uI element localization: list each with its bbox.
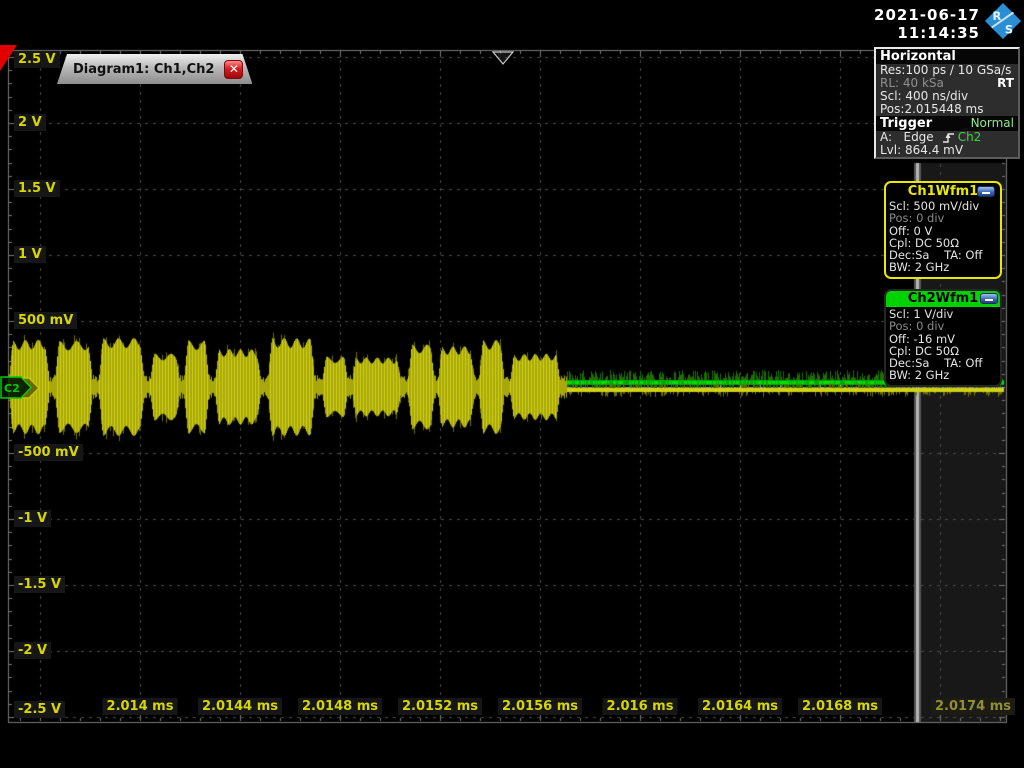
time-axis-label: 2.0168 ms — [798, 698, 882, 715]
trigger-header[interactable]: Trigger Normal — [876, 116, 1018, 131]
waveform-diagram-canvas[interactable] — [0, 0, 1024, 768]
ch1-box-title-text: Ch1Wfm1 — [907, 184, 979, 199]
close-icon[interactable]: ✕ — [224, 60, 243, 79]
trigger-title: Trigger — [880, 116, 933, 131]
time-axis-label: 2.016 ms — [602, 698, 678, 715]
time-label: 11:14:35 — [897, 24, 980, 42]
svg-text:R: R — [993, 9, 1002, 23]
minimize-icon[interactable] — [980, 293, 998, 304]
ch2-pos-row: Pos: 0 div — [889, 319, 945, 334]
oscilloscope-screen: 2021-06-17 11:14:35 R S Diagram1: Ch1,Ch… — [0, 0, 1024, 768]
horizontal-title: Horizontal — [880, 49, 956, 64]
horizontal-trigger-panel[interactable]: Horizontal Res:100 ps / 10 GSa/s RL: 40 … — [874, 47, 1020, 159]
ch2-box-title: Ch2Wfm1 — [886, 291, 1000, 307]
trigger-mode: Normal — [970, 116, 1014, 130]
time-axis-label: 2.0148 ms — [298, 698, 382, 715]
time-axis-label: 2.0144 ms — [198, 698, 282, 715]
voltage-axis-label: 1.5 V — [14, 180, 60, 197]
rt-badge: RT — [997, 76, 1014, 90]
channel-markers: C2 — [0, 376, 41, 399]
trigger-position-marker[interactable] — [492, 51, 514, 65]
ch2-box-title-text: Ch2Wfm1 — [907, 291, 979, 306]
voltage-axis-label: -1.5 V — [14, 576, 66, 593]
voltage-axis-label: 1 V — [14, 246, 46, 263]
voltage-axis-label: -500 mV — [14, 444, 83, 461]
date-label: 2021-06-17 — [874, 6, 980, 24]
voltage-axis-label: -1 V — [14, 510, 52, 527]
diagram-tab-label: Diagram1: Ch1,Ch2 — [73, 61, 215, 77]
voltage-axis-label: 500 mV — [14, 312, 78, 329]
voltage-axis-label: -2 V — [14, 642, 52, 659]
time-axis-label: 2.0156 ms — [498, 698, 582, 715]
ch2-marker-label: C2 — [4, 382, 20, 395]
time-axis-label: 2.0164 ms — [698, 698, 782, 715]
voltage-axis-label: 2 V — [14, 114, 46, 131]
voltage-axis-label: 2.5 V — [14, 51, 60, 68]
ch1-pos-row: Pos: 0 div — [889, 211, 945, 226]
ch1-signal-box[interactable]: Ch1Wfm1 Scl: 500 mV/div Pos: 0 div Off: … — [884, 181, 1002, 279]
svg-text:S: S — [1005, 22, 1013, 36]
minimize-icon[interactable] — [977, 186, 995, 197]
horizontal-pos-row: Pos:2.015448 ms — [880, 102, 984, 116]
time-axis-label: 2.014 ms — [102, 698, 178, 715]
ch2-bw-row: BW: 2 GHz — [889, 368, 950, 383]
ch1-bw-row: BW: 2 GHz — [889, 260, 950, 275]
rs-logo-icon: R S — [984, 2, 1022, 40]
time-axis-label: 2.0152 ms — [398, 698, 482, 715]
ch2-signal-box[interactable]: Ch2Wfm1 Scl: 1 V/div Pos: 0 div Off: -16… — [884, 289, 1002, 387]
horizontal-header[interactable]: Horizontal — [876, 49, 1018, 64]
ch2-box-rows: Scl: 1 V/div Pos: 0 div Off: -16 mV Cpl:… — [889, 308, 997, 382]
trigger-level-row: Lvl: 864.4 mV — [880, 143, 964, 157]
datetime-display: 2021-06-17 11:14:35 — [874, 6, 980, 42]
ch1-box-rows: Scl: 500 mV/div Pos: 0 div Off: 0 V Cpl:… — [889, 200, 997, 274]
time-axis-label: 2.0174 ms — [931, 698, 1015, 715]
voltage-axis-label: -2.5 V — [14, 701, 66, 718]
diagram-tab[interactable]: Diagram1: Ch1,Ch2 ✕ — [57, 54, 252, 84]
ch1-box-title: Ch1Wfm1 — [889, 184, 997, 200]
